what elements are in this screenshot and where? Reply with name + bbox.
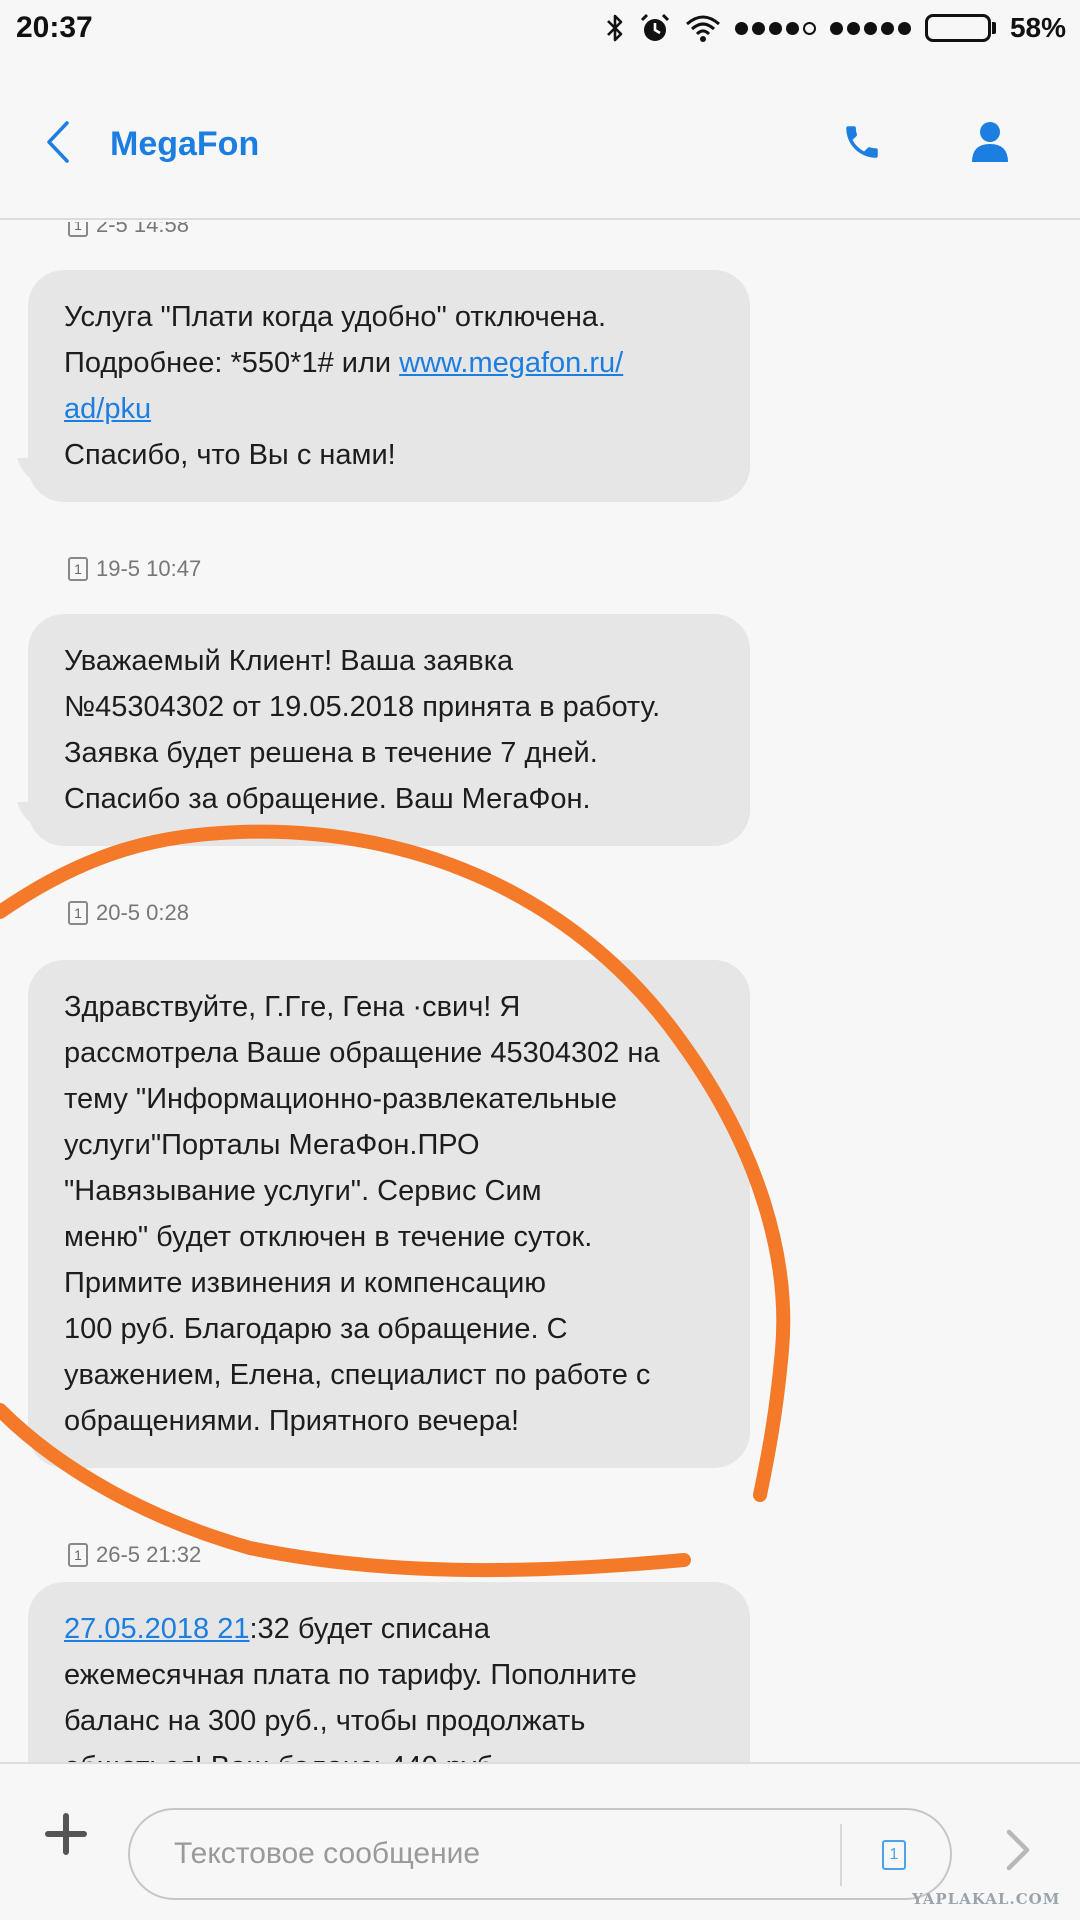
conversation-header: MegaFon [0,56,1080,220]
message-date-link[interactable]: 27.05.2018 21 [64,1613,249,1645]
send-arrow-icon [1003,1828,1033,1877]
message-meta: 1 19-5 10:47 [68,554,201,584]
message-bubble[interactable]: Уважаемый Клиент! Ваша заявка №45304302 … [28,614,750,846]
call-button[interactable] [834,116,890,172]
message-input[interactable] [174,1810,814,1898]
field-divider [840,1824,842,1886]
message-line: уважением, Елена, специалист по работе с [64,1359,651,1391]
message-input-field[interactable]: 1 [128,1808,952,1900]
message-line: рассмотрела Ваше обращение 45304302 на [64,1037,660,1069]
message-line: баланс на 300 руб., чтобы продолжать [64,1705,586,1737]
message-line: "Навязывание услуги". Сервис Сим [64,1175,542,1207]
battery-percent: 58% [1009,12,1066,43]
add-attachment-button[interactable] [38,1808,94,1864]
contact-name[interactable]: MegaFon [110,120,259,168]
message-line: меню" будет отключен в течение суток. [64,1221,593,1253]
message-line: Подробнее: *550*1# или www.megafon.ru/ [64,347,624,379]
message-timestamp: 26-5 21:32 [96,1542,202,1567]
message-line: Спасибо, что Вы с нами! [64,439,396,471]
message-line: ежемесячная плата по тарифу. Пополните [64,1659,637,1691]
battery-icon [924,14,996,42]
message-line: Уважаемый Клиент! Ваша заявка [64,645,514,677]
message-line: 100 руб. Благодарю за обращение. С [64,1313,568,1345]
message-line: №45304302 от 19.05.2018 принята в работу… [64,691,661,723]
bluetooth-icon [605,13,625,43]
message-bubble[interactable]: Услуга "Плати когда удобно" отключена. П… [28,270,750,502]
message-line: тему "Информационно-развлекательные [64,1083,617,1115]
message-line: услуги"Порталы МегаФон.ПРО [64,1129,480,1161]
message-line: 27.05.2018 21:32 будет списана [64,1613,490,1645]
status-icons: 58% [605,12,1066,44]
message-line: Здравствуйте, Г.Гге, Гена ·свич! Я [64,991,521,1023]
message-line: обращениями. Приятного вечера! [64,1405,520,1437]
bubble-tail [16,802,52,832]
sim-card-icon: 1 [882,1840,906,1870]
message-meta: 1 2-5 14:58 [68,222,189,240]
message-link[interactable]: www.megafon.ru/ [399,347,623,379]
chevron-left-icon [45,120,71,169]
back-button[interactable] [38,120,78,168]
wifi-icon [685,14,721,42]
message-bubble[interactable]: 27.05.2018 21:32 будет списана ежемесячн… [28,1582,750,1762]
message-line: Спасибо за обращение. Ваш МегаФон. [64,783,591,815]
message-line: общаться! Ваш баланс: 440 руб. [64,1744,720,1762]
plus-icon [44,1812,88,1861]
sim-card-icon: 1 [68,1543,88,1567]
person-icon [970,120,1010,169]
send-button[interactable] [994,1824,1042,1880]
status-bar: 20:37 58% [0,0,1080,56]
alarm-icon [639,12,671,44]
message-list[interactable]: 1 2-5 14:58 Услуга "Плати когда удобно" … [0,222,1080,1762]
phone-icon [841,121,883,168]
watermark: YAPLAKAL.COM [912,1890,1061,1908]
signal-icon [734,21,816,35]
sim-card-icon: 1 [68,222,88,237]
message-meta: 1 26-5 21:32 [68,1540,201,1570]
message-timestamp: 2-5 14:58 [96,222,189,237]
message-line: Примите извинения и компенсацию [64,1267,547,1299]
message-bubble[interactable]: Здравствуйте, Г.Гге, Гена ·свич! Я рассм… [28,960,750,1468]
sim-card-icon: 1 [68,557,88,581]
message-timestamp: 19-5 10:47 [96,556,202,581]
sim-card-icon: 1 [68,901,88,925]
message-meta: 1 20-5 0:28 [68,898,189,928]
signal-icon [829,21,911,35]
status-time: 20:37 [16,11,93,44]
message-line: Заявка будет решена в течение 7 дней. [64,737,598,769]
sim-select-button[interactable]: 1 [870,1832,918,1878]
message-link[interactable]: ad/pku [64,386,720,432]
message-line: Услуга "Плати когда удобно" отключена. [64,301,607,333]
message-timestamp: 20-5 0:28 [96,900,189,925]
bubble-tail [16,458,52,488]
contact-info-button[interactable] [962,116,1018,172]
